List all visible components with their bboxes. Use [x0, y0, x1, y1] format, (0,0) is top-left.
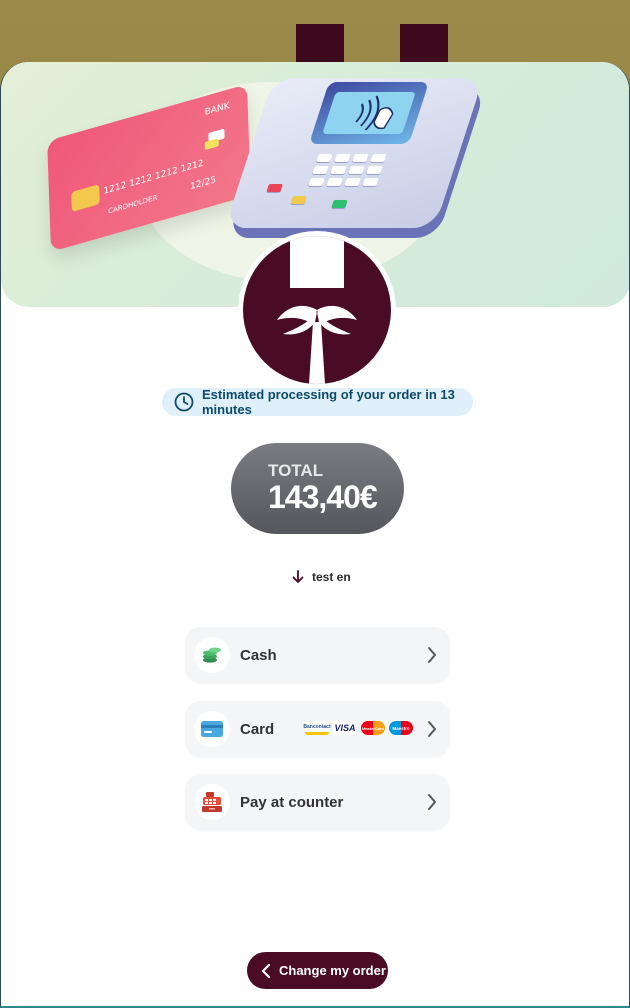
cash-register-icon: [194, 784, 230, 820]
payment-terminal-illustration: [224, 68, 489, 238]
card-bank-text: BANK: [204, 101, 230, 119]
payment-option-label: Pay at counter: [240, 793, 344, 811]
processing-time-text: Estimated processing of your order in 13…: [202, 387, 455, 417]
total-label: TOTAL: [268, 461, 324, 480]
payment-option-card[interactable]: Card Bancontact VISA MasterCard Maestro: [185, 701, 450, 757]
location-indicator: test en: [291, 568, 351, 586]
mastercard-logo: MasterCard: [361, 721, 385, 735]
restaurant-logo: [243, 236, 391, 384]
contactless-icon: [355, 95, 394, 131]
card-expiry-text: 12/25: [189, 175, 217, 193]
bancontact-logo: Bancontact: [303, 721, 331, 735]
chevron-right-icon: [428, 794, 436, 810]
change-order-button[interactable]: Change my order: [247, 952, 388, 989]
change-order-label: Change my order: [279, 963, 386, 978]
payment-option-label: Card: [240, 720, 275, 738]
card-holder-text: CARDHOLDER: [108, 193, 158, 216]
credit-card-icon: [194, 711, 230, 747]
terminal-keypad: [259, 154, 418, 214]
order-total-badge: TOTAL 143,40€: [231, 443, 404, 534]
payment-sheet: BANK 1212 1212 1212 1212 CARDHOLDER 12/2…: [0, 62, 630, 1008]
chevron-right-icon: [428, 647, 436, 663]
card-chip: [71, 184, 100, 212]
total-amount: 143,40€: [268, 479, 378, 515]
payment-option-counter[interactable]: Pay at counter: [185, 774, 450, 830]
location-name: test en: [312, 570, 351, 584]
card-brand-logos: Bancontact VISA MasterCard Maestro: [303, 721, 413, 735]
chevron-right-icon: [428, 721, 436, 737]
clock-icon: [174, 392, 194, 412]
maestro-logo: Maestro: [389, 721, 413, 735]
arrow-down-icon: [292, 570, 304, 583]
payment-option-label: Cash: [240, 646, 277, 664]
palm-tree-icon: [277, 305, 357, 384]
cash-coins-icon: [194, 637, 230, 673]
card-number-text: 1212 1212 1212 1212: [103, 158, 204, 197]
payment-option-cash[interactable]: Cash: [185, 627, 450, 683]
chevron-left-icon: [261, 963, 271, 978]
terminal-screen: [308, 82, 430, 144]
visa-logo: VISA: [333, 721, 357, 735]
processing-time-banner: Estimated processing of your order in 13…: [162, 387, 473, 417]
